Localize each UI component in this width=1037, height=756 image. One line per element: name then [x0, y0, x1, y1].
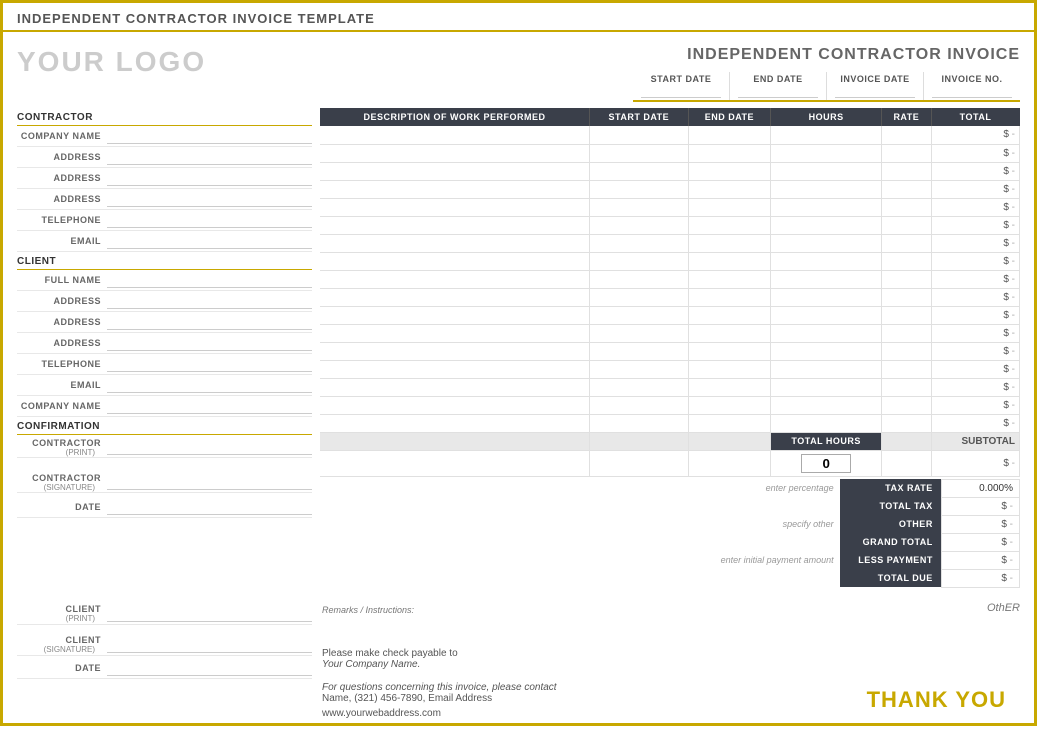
- conf-client-sig-row: CLIENT (SIGNATURE): [17, 635, 312, 656]
- confirmation-section-header: CONFIRMATION: [17, 417, 312, 435]
- contractor-telephone-row: TELEPHONE: [17, 210, 312, 231]
- table-row: $ -: [320, 396, 1020, 414]
- start-date-field[interactable]: START DATE: [633, 72, 729, 100]
- table-row: $ -: [320, 270, 1020, 288]
- total-hours-row: TOTAL HOURS SUBTOTAL: [320, 432, 1020, 450]
- other-label-right: OthER: [987, 602, 1020, 614]
- table-row: $ -: [320, 252, 1020, 270]
- client-section-header: CLIENT: [17, 252, 312, 270]
- other-row: specify other OTHER $ -: [700, 515, 1020, 533]
- table-row: $ -: [320, 324, 1020, 342]
- conf-contractor-sig-row: CONTRACTOR (SIGNATURE): [17, 472, 312, 493]
- contractor-section-header: CONTRACTOR: [17, 108, 312, 126]
- col-hours: HOURS: [771, 108, 882, 126]
- table-row: $ -: [320, 288, 1020, 306]
- table-row: $ -: [320, 198, 1020, 216]
- table-row: $ -: [320, 306, 1020, 324]
- total-tax-row: TOTAL TAX $ -: [700, 497, 1020, 515]
- thank-you-text: THANK YOU: [867, 683, 1020, 719]
- table-row: $ -: [320, 180, 1020, 198]
- grand-total-row: GRAND TOTAL $ -: [700, 533, 1020, 551]
- table-row: $ -: [320, 234, 1020, 252]
- invoice-date-field[interactable]: INVOICE DATE: [826, 72, 923, 100]
- check-payable-section: Please make check payable to Your Compan…: [322, 648, 810, 670]
- table-row: $ -: [320, 162, 1020, 180]
- client-address2-row: ADDRESS: [17, 312, 312, 333]
- client-fullname-row: FULL NAME: [17, 270, 312, 291]
- work-table: DESCRIPTION OF WORK PERFORMED START DATE…: [320, 108, 1020, 477]
- end-date-field[interactable]: END DATE: [729, 72, 826, 100]
- client-address1-row: ADDRESS: [17, 291, 312, 312]
- total-due-row: TOTAL DUE $ -: [700, 569, 1020, 587]
- col-rate: RATE: [882, 108, 931, 126]
- client-email-row: EMAIL: [17, 375, 312, 396]
- contact-section: For questions concerning this invoice, p…: [322, 682, 810, 704]
- remarks-label: Remarks / Instructions:: [322, 605, 414, 615]
- conf-client-date-row: DATE: [17, 658, 312, 679]
- page-title: Independent Contractor Invoice Template: [17, 11, 375, 26]
- col-end-date: END DATE: [688, 108, 771, 126]
- contractor-company-name-row: COMPANY NAME: [17, 126, 312, 147]
- contact-details: Name, (321) 456-7890, Email Address: [322, 693, 810, 704]
- contractor-address1-row: ADDRESS: [17, 147, 312, 168]
- remarks-section: Remarks / Instructions:: [322, 600, 810, 618]
- table-row: $ -: [320, 144, 1020, 162]
- table-row: $ -: [320, 378, 1020, 396]
- col-start-date: START DATE: [590, 108, 689, 126]
- hours-input-row: $ -: [320, 450, 1020, 476]
- website-section: www.yourwebaddress.com: [322, 708, 810, 719]
- table-row: $ -: [320, 126, 1020, 144]
- col-total: TOTAL: [931, 108, 1019, 126]
- contractor-email-row: EMAIL: [17, 231, 312, 252]
- check-payable-line1: Please make check payable to: [322, 648, 810, 659]
- check-payable-line2: Your Company Name.: [322, 659, 810, 670]
- website-url: www.yourwebaddress.com: [322, 708, 810, 719]
- client-address3-row: ADDRESS: [17, 333, 312, 354]
- conf-contractor-print-row: CONTRACTOR (PRINT): [17, 437, 312, 458]
- col-description: DESCRIPTION OF WORK PERFORMED: [320, 108, 590, 126]
- contact-line: For questions concerning this invoice, p…: [322, 682, 810, 693]
- conf-client-print-row: CLIENT (PRINT): [17, 604, 312, 625]
- invoice-title: INDEPENDENT CONTRACTOR INVOICE: [633, 46, 1020, 64]
- tax-rate-row: enter percentage TAX RATE 0.000%: [700, 479, 1020, 497]
- table-row: $ -: [320, 360, 1020, 378]
- table-row: $ -: [320, 342, 1020, 360]
- conf-contractor-date-row: DATE: [17, 497, 312, 518]
- client-telephone-row: TELEPHONE: [17, 354, 312, 375]
- table-row: $ -: [320, 216, 1020, 234]
- contractor-address2-row: ADDRESS: [17, 168, 312, 189]
- less-payment-row: enter initial payment amount LESS PAYMEN…: [700, 551, 1020, 569]
- contractor-address3-row: ADDRESS: [17, 189, 312, 210]
- table-row: $ -: [320, 414, 1020, 432]
- invoice-no-field[interactable]: INVOICE NO.: [923, 72, 1020, 100]
- client-company-row: COMPANY NAME: [17, 396, 312, 417]
- total-hours-input[interactable]: [801, 454, 851, 473]
- logo: YOUR LOGO: [17, 46, 206, 78]
